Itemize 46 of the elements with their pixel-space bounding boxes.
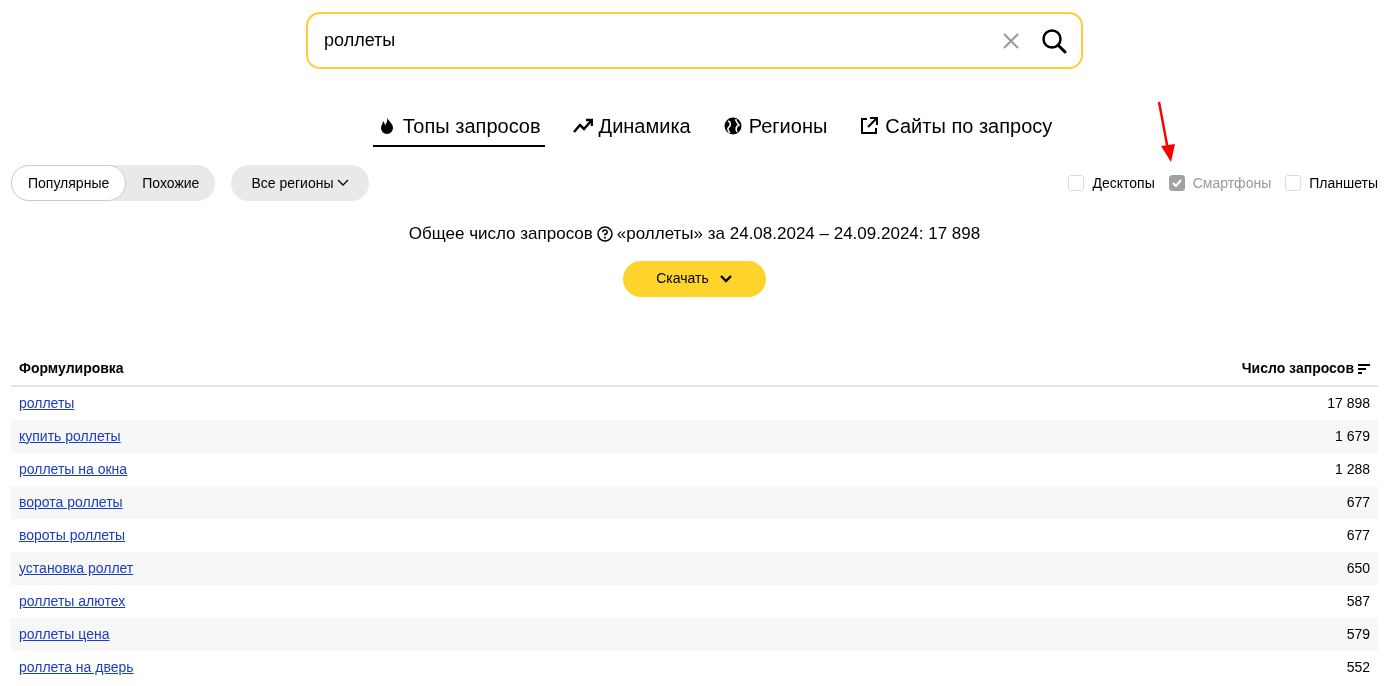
chevron-down-icon [337, 179, 350, 187]
globe-icon [722, 116, 743, 136]
checkbox[interactable] [1285, 175, 1302, 191]
query-link[interactable]: установка роллет [19, 557, 134, 579]
count-cell-text: 587 [1346, 591, 1370, 611]
download-button[interactable]: Скачать [623, 260, 766, 297]
checkbox-label: Смартфоны [1192, 173, 1272, 193]
sort-icon [1358, 363, 1370, 374]
region-button[interactable]: Все регионы [231, 165, 370, 201]
count-cell-text: 650 [1346, 558, 1370, 578]
query-link[interactable]: роллеты цена [19, 623, 110, 645]
count-cell-text: 552 [1346, 657, 1370, 677]
checkbox-label: Планшеты [1309, 173, 1378, 193]
count-cell-text: 1 679 [1334, 426, 1370, 446]
summary-text: «роллеты» за 24.08.2024 – 24.09.2024: 17 898 [616, 223, 981, 245]
query-link[interactable]: роллеты [19, 392, 75, 414]
chevron-down-icon [718, 274, 733, 283]
help-icon[interactable] [596, 225, 613, 242]
count-cell-text: 677 [1346, 492, 1370, 512]
query-link[interactable]: купить роллеты [19, 425, 121, 447]
count-cell-text: 677 [1346, 525, 1370, 545]
checkbox-label: Десктопы [1092, 173, 1155, 193]
external-link-icon [859, 116, 880, 136]
toggle-option[interactable]: Похожие [126, 165, 216, 201]
tab[interactable]: Топы запросов [372, 109, 545, 147]
close-icon[interactable] [1003, 32, 1019, 49]
summary-label: Общее число запросов [408, 223, 593, 245]
count-cell-text: 1 288 [1334, 459, 1370, 479]
column-header: Формулировка [19, 359, 124, 378]
query-link[interactable]: роллета на дверь [19, 656, 134, 678]
tab[interactable]: Регионы [718, 109, 832, 147]
sort-header[interactable]: Число запросов [1241, 358, 1370, 379]
search-bar[interactable]: роллеты [306, 12, 1083, 69]
query-link[interactable]: роллеты алютех [19, 590, 126, 612]
checkbox[interactable] [1068, 175, 1085, 191]
toggle-option[interactable]: Популярные [11, 165, 127, 201]
query-link[interactable]: вороты роллеты [19, 524, 126, 546]
query-link[interactable]: роллеты на окна [19, 458, 128, 480]
tab[interactable]: Сайты по запросу [855, 109, 1057, 147]
count-cell-text: 579 [1346, 624, 1370, 644]
tab[interactable]: Динамика [568, 109, 695, 147]
search-icon[interactable] [1041, 27, 1067, 54]
check-icon [1171, 179, 1182, 187]
query-link[interactable]: ворота роллеты [19, 491, 123, 513]
search-field[interactable]: роллеты [322, 26, 1003, 55]
count-cell-text: 17 898 [1327, 393, 1370, 413]
